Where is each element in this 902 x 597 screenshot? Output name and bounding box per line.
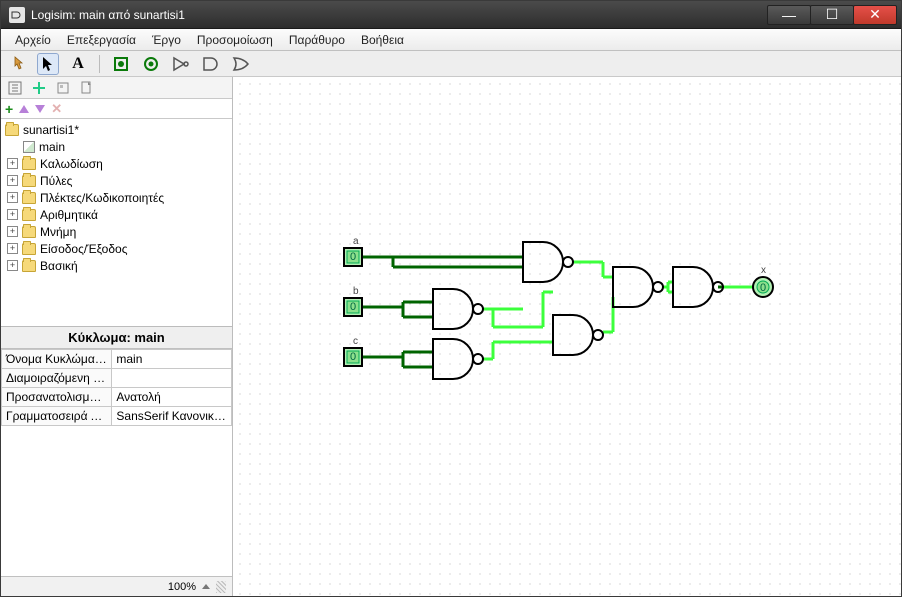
prop-row: Προσανατολισμός Δ...Ανατολή — [2, 388, 232, 407]
circuit-canvas[interactable]: 0 a 0 b 0 c 0 x — [233, 77, 901, 596]
folder-icon — [5, 124, 19, 136]
expand-icon[interactable]: + — [7, 158, 18, 169]
menu-edit[interactable]: Επεξεργασία — [59, 31, 144, 49]
svg-text:0: 0 — [350, 351, 356, 363]
nand-gate[interactable] — [553, 315, 603, 355]
expand-icon[interactable]: + — [7, 226, 18, 237]
svg-text:0: 0 — [350, 301, 356, 313]
tree-lib-wiring: +Καλωδίωση — [1, 155, 232, 172]
tree-lib-gates: +Πύλες — [1, 172, 232, 189]
toolbar: A — [1, 51, 901, 77]
tree-lib-arith: +Αριθμητικά — [1, 206, 232, 223]
folder-icon — [22, 243, 36, 255]
svg-text:0: 0 — [350, 251, 356, 263]
app-window: Logisim: main από sunartisi1 — ☐ ✕ Αρχεί… — [0, 0, 902, 597]
circuit-icon — [23, 141, 35, 153]
add-circuit-icon[interactable]: + — [5, 101, 13, 117]
expand-icon[interactable]: + — [7, 192, 18, 203]
input-pin-b[interactable]: 0 — [344, 298, 362, 316]
window-title: Logisim: main από sunartisi1 — [31, 8, 768, 22]
tree-root: sunartisi1* — [1, 121, 232, 138]
output-pin-button[interactable] — [140, 53, 162, 75]
circuit-svg: 0 a 0 b 0 c 0 x — [233, 77, 901, 596]
project-tree[interactable]: sunartisi1* main +Καλωδίωση +Πύλες +Πλέκ… — [1, 119, 232, 327]
tree-lib-io: +Είσοδος/Έξοδος — [1, 240, 232, 257]
menubar: Αρχείο Επεξεργασία Έργο Προσομοίωση Παρά… — [1, 29, 901, 51]
delete-circuit-icon[interactable]: ✕ — [51, 101, 62, 117]
menu-project[interactable]: Έργο — [144, 31, 189, 49]
explorer-btn-4[interactable] — [77, 79, 97, 97]
menu-file[interactable]: Αρχείο — [7, 31, 59, 49]
folder-icon — [22, 158, 36, 170]
tree-circuit-main: main — [1, 138, 232, 155]
expand-icon[interactable]: + — [7, 209, 18, 220]
explorer-btn-3[interactable] — [53, 79, 73, 97]
body: + ✕ sunartisi1* main +Καλωδίωση +Πύλες +… — [1, 77, 901, 596]
input-pin-button[interactable] — [110, 53, 132, 75]
prop-row: Γραμματοσειρά Διαμ...SansSerif Κανονική … — [2, 407, 232, 426]
move-down-icon[interactable] — [35, 105, 45, 113]
nand-gate[interactable] — [433, 339, 483, 379]
and-gate-button[interactable] — [200, 53, 222, 75]
zoom-up-icon[interactable] — [202, 584, 210, 589]
label-b: b — [353, 286, 359, 297]
resize-grip-icon[interactable] — [216, 581, 226, 593]
maximize-button[interactable]: ☐ — [810, 5, 854, 25]
move-up-icon[interactable] — [19, 105, 29, 113]
tree-lib-base: +Βασική — [1, 257, 232, 274]
explorer-btn-1[interactable] — [5, 79, 25, 97]
properties-table[interactable]: Όνομα Κυκλώματοςmain Διαμοιραζόμενη Ετικ… — [1, 349, 232, 426]
nand-gate[interactable] — [433, 289, 483, 329]
prop-row: Διαμοιραζόμενη Ετικ... — [2, 369, 232, 388]
folder-icon — [22, 175, 36, 187]
close-button[interactable]: ✕ — [853, 5, 897, 25]
svg-text:0: 0 — [760, 282, 766, 294]
not-gate-button[interactable] — [170, 53, 192, 75]
folder-icon — [22, 260, 36, 272]
prop-row: Όνομα Κυκλώματοςmain — [2, 350, 232, 369]
menu-window[interactable]: Παράθυρο — [281, 31, 353, 49]
expand-icon[interactable]: + — [7, 260, 18, 271]
explorer-toolbar — [1, 77, 232, 99]
statusbar: 100% — [1, 576, 232, 596]
properties-empty — [1, 426, 232, 576]
label-c: c — [353, 336, 358, 347]
expand-icon[interactable]: + — [7, 175, 18, 186]
folder-icon — [22, 209, 36, 221]
select-tool-button[interactable] — [37, 53, 59, 75]
tree-lib-plexers: +Πλέκτες/Κωδικοποιητές — [1, 189, 232, 206]
circuit-toolbar: + ✕ — [1, 99, 232, 119]
output-pin-x[interactable]: 0 — [753, 277, 773, 297]
expand-icon[interactable]: + — [7, 243, 18, 254]
explorer-btn-2[interactable] — [29, 79, 49, 97]
zoom-level[interactable]: 100% — [168, 581, 196, 593]
text-tool-button[interactable]: A — [67, 53, 89, 75]
input-pin-a[interactable]: 0 — [344, 248, 362, 266]
left-pane: + ✕ sunartisi1* main +Καλωδίωση +Πύλες +… — [1, 77, 233, 596]
folder-icon — [22, 192, 36, 204]
label-a: a — [353, 236, 359, 247]
nand-gate[interactable] — [673, 267, 723, 307]
nand-gate[interactable] — [523, 242, 573, 282]
separator — [99, 55, 100, 73]
menu-help[interactable]: Βοήθεια — [353, 31, 412, 49]
menu-simulate[interactable]: Προσομοίωση — [189, 31, 281, 49]
label-x: x — [761, 265, 766, 276]
poke-tool-button[interactable] — [7, 53, 29, 75]
app-icon — [9, 7, 25, 23]
nand-gate[interactable] — [613, 267, 663, 307]
folder-icon — [22, 226, 36, 238]
properties-header: Κύκλωμα: main — [1, 327, 232, 349]
tree-lib-memory: +Μνήμη — [1, 223, 232, 240]
titlebar[interactable]: Logisim: main από sunartisi1 — ☐ ✕ — [1, 1, 901, 29]
or-gate-button[interactable] — [230, 53, 252, 75]
input-pin-c[interactable]: 0 — [344, 348, 362, 366]
minimize-button[interactable]: — — [767, 5, 811, 25]
